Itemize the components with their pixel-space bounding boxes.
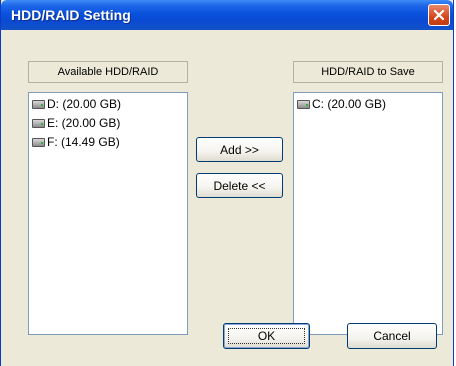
title-bar[interactable]: HDD/RAID Setting xyxy=(1,0,453,30)
cancel-button[interactable]: Cancel xyxy=(347,323,437,349)
available-hdd-list[interactable]: D: (20.00 GB) E: (20.00 GB) F: (14.49 GB… xyxy=(28,92,188,335)
list-item[interactable]: F: (14.49 GB) xyxy=(29,133,187,152)
dialog-window: HDD/RAID Setting Available HDD/RAID D: (… xyxy=(0,0,454,366)
hard-drive-icon xyxy=(297,100,310,109)
close-button[interactable] xyxy=(428,4,450,26)
hdd-to-save-header: HDD/RAID to Save xyxy=(293,61,443,83)
drive-label: E: (20.00 GB) xyxy=(47,116,121,130)
delete-button[interactable]: Delete << xyxy=(196,173,283,198)
hard-drive-icon xyxy=(32,138,45,147)
drive-label: F: (14.49 GB) xyxy=(47,135,120,149)
ok-label: OK xyxy=(257,329,276,343)
dialog-body: Available HDD/RAID D: (20.00 GB) E: (20.… xyxy=(4,30,450,366)
hdd-to-save-list[interactable]: C: (20.00 GB) xyxy=(293,92,443,335)
hard-drive-icon xyxy=(32,119,45,128)
drive-label: D: (20.00 GB) xyxy=(47,97,122,111)
add-button[interactable]: Add >> xyxy=(196,137,283,162)
ok-button[interactable]: OK xyxy=(223,323,310,349)
list-item[interactable]: C: (20.00 GB) xyxy=(294,95,442,114)
drive-label: C: (20.00 GB) xyxy=(312,97,387,111)
list-item[interactable]: E: (20.00 GB) xyxy=(29,114,187,133)
close-icon xyxy=(433,9,445,21)
hard-drive-icon xyxy=(32,100,45,109)
dialog-title: HDD/RAID Setting xyxy=(11,7,131,23)
available-hdd-header: Available HDD/RAID xyxy=(28,61,188,83)
list-item[interactable]: D: (20.00 GB) xyxy=(29,95,187,114)
